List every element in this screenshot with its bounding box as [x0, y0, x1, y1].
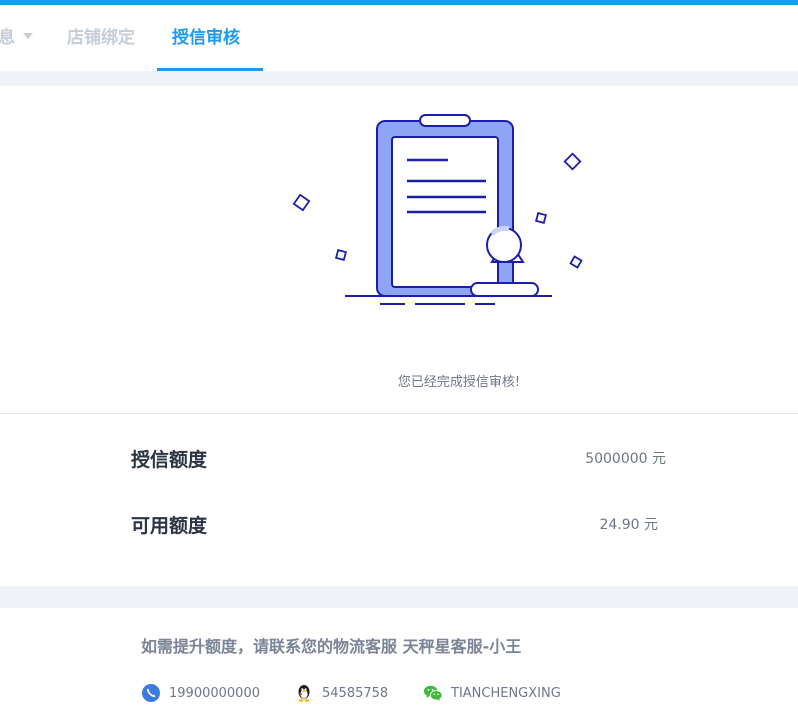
tab-info[interactable]: 息 — [0, 5, 33, 71]
contact-card: 如需提升额度，请联系您的物流客服 天秤星客服-小王 19900000000 54… — [0, 608, 798, 716]
tab-store-binding[interactable]: 店铺绑定 — [67, 5, 135, 71]
credit-limit-label: 授信额度 — [131, 449, 208, 471]
contact-wechat-value: TIANCHENGXING — [451, 685, 561, 701]
available-limit-value: 24.90 元 — [599, 517, 658, 533]
tab-bar: 息 店铺绑定 授信审核 — [0, 5, 798, 71]
phone-icon — [142, 684, 160, 702]
contact-title: 如需提升额度，请联系您的物流客服 天秤星客服-小王 — [141, 637, 522, 656]
wechat-icon — [423, 685, 443, 701]
active-tab-indicator — [157, 68, 263, 71]
caret-down-icon — [23, 33, 33, 39]
contact-phone-value: 19900000000 — [169, 685, 260, 701]
credit-limit-value: 5000000 元 — [585, 451, 666, 467]
credit-review-card: 您已经完成授信审核! 授信额度 5000000 元 可用额度 24.90 元 — [0, 86, 798, 586]
review-complete-message: 您已经完成授信审核! — [397, 375, 521, 390]
tab-info-label: 息 — [0, 28, 15, 48]
available-limit-label: 可用额度 — [131, 515, 208, 537]
tab-credit-review[interactable]: 授信审核 — [172, 5, 240, 71]
qq-penguin-icon — [298, 685, 310, 702]
section-divider — [0, 413, 798, 414]
clipboard-approved-illustration — [292, 114, 583, 305]
tab-credit-review-label: 授信审核 — [172, 28, 240, 48]
tab-store-binding-label: 店铺绑定 — [67, 28, 135, 48]
contact-wechat: TIANCHENGXING — [423, 682, 561, 704]
contact-qq: 54585758 — [294, 682, 388, 704]
contact-phone: 19900000000 — [141, 682, 260, 704]
contact-qq-value: 54585758 — [322, 685, 389, 701]
